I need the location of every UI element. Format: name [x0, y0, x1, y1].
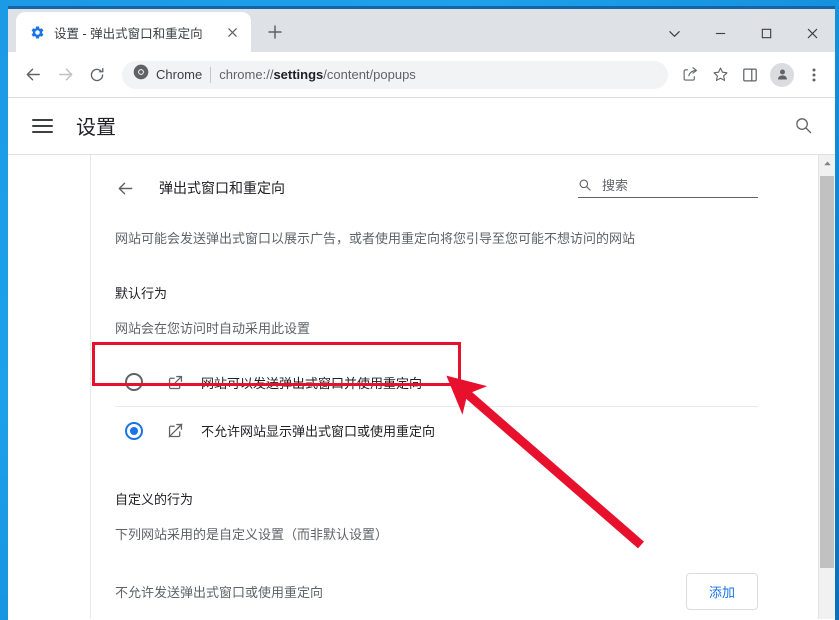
reload-icon[interactable]	[82, 60, 112, 90]
browser-tab[interactable]: 设置 - 弹出式窗口和重定向	[16, 12, 251, 52]
new-tab-button[interactable]	[260, 17, 290, 47]
chrome-logo-icon	[133, 64, 149, 85]
radio-button-selected[interactable]	[125, 421, 143, 440]
custom-behavior-section: 自定义的行为 下列网站采用的是自定义设置（而非默认设置） 不允许发送弹出式窗口或…	[115, 489, 758, 620]
omnibox-divider	[210, 66, 212, 83]
hamburger-menu-icon[interactable]	[32, 112, 60, 140]
radio-option-allow[interactable]: 网站可以发送弹出式窗口并使用重定向	[115, 359, 758, 407]
close-icon[interactable]	[223, 23, 241, 41]
search-placeholder: 搜索	[602, 178, 629, 193]
exceptions-row: 不允许发送弹出式窗口或使用重定向 添加	[115, 572, 758, 610]
settings-scroll-area: 弹出式窗口和重定向 搜索 网站可能会发送弹出式窗口以展示广告，或者使用重定向将您…	[8, 155, 818, 619]
radio-option-label: 网站可以发送弹出式窗口并使用重定向	[201, 375, 423, 391]
vertical-scrollbar[interactable]	[818, 155, 835, 619]
chrome-label: Chrome	[156, 67, 203, 82]
open-in-new-icon	[165, 372, 185, 392]
back-arrow-icon[interactable]	[18, 60, 48, 90]
radio-option-block[interactable]: 不允许网站显示弹出式窗口或使用重定向	[115, 407, 758, 455]
scrollbar-thumb[interactable]	[820, 176, 834, 568]
url-bold: settings	[273, 67, 324, 82]
settings-content-wrapper: 弹出式窗口和重定向 搜索 网站可能会发送弹出式窗口以展示广告，或者使用重定向将您…	[8, 154, 835, 619]
settings-card: 弹出式窗口和重定向 搜索 网站可能会发送弹出式窗口以展示广告，或者使用重定向将您…	[90, 155, 818, 619]
search-input[interactable]: 搜索	[578, 175, 758, 198]
detail-header: 弹出式窗口和重定向 搜索	[115, 155, 758, 209]
address-bar[interactable]: Chrome chrome://settings/content/popups	[122, 60, 668, 89]
default-behavior-title: 默认行为	[115, 285, 168, 301]
tab-search-icon[interactable]	[651, 12, 697, 55]
url-text: chrome://settings/content/popups	[219, 67, 656, 82]
settings-topbar: 设置	[8, 98, 835, 154]
description-text: 网站可能会发送弹出式窗口以展示广告，或者使用重定向将您引导至您可能不想访问的网站	[115, 231, 636, 246]
maximize-icon[interactable]	[743, 12, 789, 55]
radio-option-label: 不允许网站显示弹出式窗口或使用重定向	[201, 424, 436, 439]
exceptions-label: 不允许发送弹出式窗口或使用重定向	[115, 584, 324, 600]
star-icon[interactable]	[706, 61, 734, 89]
avatar[interactable]	[768, 61, 796, 89]
three-dot-menu-icon[interactable]	[800, 61, 828, 89]
chrome-badge: Chrome	[133, 64, 202, 85]
side-panel-icon[interactable]	[736, 61, 764, 89]
radio-button-unselected[interactable]	[125, 373, 143, 391]
close-window-icon[interactable]	[789, 12, 835, 55]
settings-gear-icon	[29, 24, 45, 40]
settings-page: 设置 弹出式窗口和重定向 搜索 网站可能会发送弹出式窗口以展示广告，或者使用重定…	[8, 98, 835, 619]
default-behavior-radio-group: 网站可以发送弹出式窗口并使用重定向 不允许网站显示弹出式窗口或使用重定向	[115, 359, 758, 455]
share-icon[interactable]	[676, 61, 704, 89]
custom-behavior-subtitle: 下列网站采用的是自定义设置（而非默认设置）	[115, 526, 389, 542]
browser-window: 设置 - 弹出式窗口和重定向 Chrome chrome://settings/…	[8, 6, 835, 620]
browser-toolbar: Chrome chrome://settings/content/popups	[8, 52, 835, 98]
search-icon[interactable]	[789, 112, 817, 140]
minimize-icon[interactable]	[697, 12, 743, 55]
tab-strip: 设置 - 弹出式窗口和重定向	[8, 6, 835, 52]
page-title: 设置	[76, 117, 116, 139]
url-prefix: chrome://	[219, 67, 274, 82]
default-behavior-subtitle: 网站会在您访问时自动采用此设置	[115, 320, 311, 336]
open-in-new-blocked-icon	[165, 421, 185, 441]
detail-title: 弹出式窗口和重定向	[159, 180, 285, 196]
window-controls	[651, 12, 835, 55]
scroll-up-arrow-icon[interactable]	[819, 155, 835, 172]
search-icon	[578, 178, 594, 192]
avatar-icon	[770, 62, 794, 87]
url-suffix: /content/popups	[323, 67, 416, 82]
custom-behavior-title: 自定义的行为	[115, 491, 194, 507]
back-button[interactable]	[111, 174, 139, 202]
tab-title: 设置 - 弹出式窗口和重定向	[54, 26, 203, 41]
forward-arrow-icon[interactable]	[50, 60, 80, 90]
add-button[interactable]: 添加	[685, 572, 758, 610]
